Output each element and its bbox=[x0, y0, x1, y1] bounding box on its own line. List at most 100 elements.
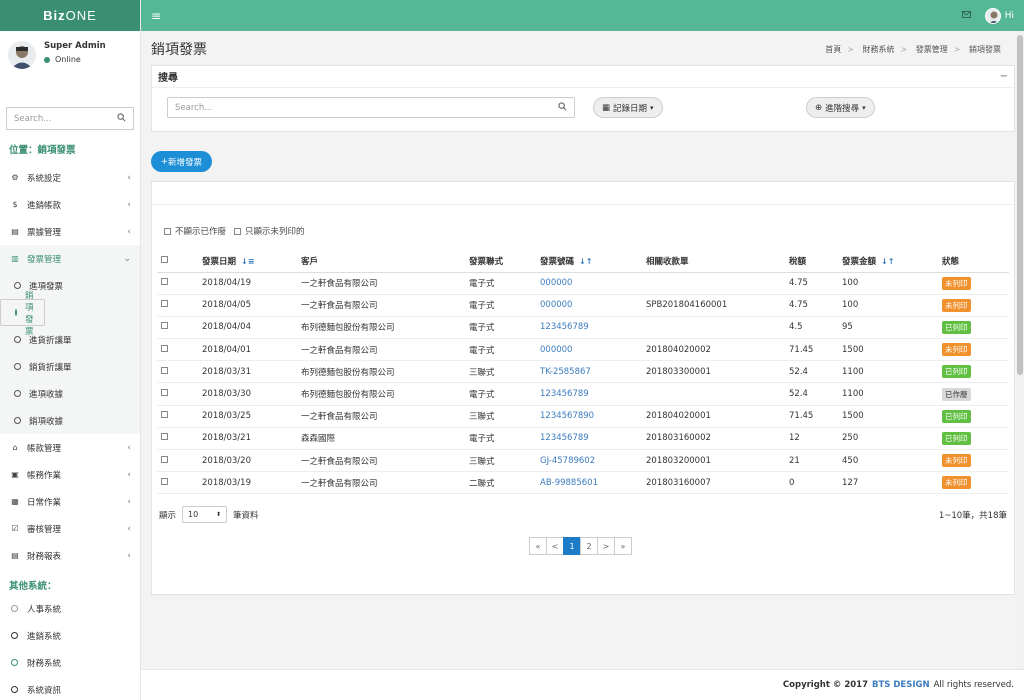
add-invoice-button[interactable]: + 新增發票 bbox=[151, 151, 212, 172]
table-row[interactable]: 2018/03/21 森森國際 電子式 123456789 201803160002 12… bbox=[157, 427, 1009, 451]
invoice-number-link[interactable]: GJ-45789602 bbox=[540, 456, 595, 466]
cell-tax: 4.5 bbox=[785, 316, 838, 340]
table-row[interactable]: 2018/04/05 一之軒食品有限公司 電子式 000000 SPB201804160… bbox=[157, 294, 1009, 317]
col-amount[interactable]: 發票金額 ↓↑ bbox=[838, 250, 938, 273]
search-input[interactable]: Search... bbox=[167, 97, 575, 118]
other-sales-system[interactable]: 進銷系統 bbox=[0, 622, 140, 649]
row-checkbox[interactable] bbox=[161, 455, 168, 463]
col-number[interactable]: 發票號碼 ↓↑ bbox=[536, 250, 642, 273]
scrollbar-thumb[interactable] bbox=[1017, 35, 1023, 375]
cell-customer: 布列德麵包股份有限公司 bbox=[297, 316, 465, 340]
row-checkbox[interactable] bbox=[161, 344, 168, 352]
submenu-input-invoice[interactable]: 進項發票 bbox=[0, 272, 140, 299]
table-row[interactable]: 2018/04/19 一之軒食品有限公司 電子式 000000 4.75 100 未列印 bbox=[157, 272, 1009, 295]
menu-system-settings[interactable]: ⚙ 系統設定 ‹ bbox=[0, 164, 140, 191]
page-button[interactable]: < bbox=[546, 537, 564, 555]
page-button[interactable]: » bbox=[614, 537, 632, 555]
search-icon[interactable] bbox=[117, 112, 126, 125]
invoice-number-link[interactable]: AB-99885601 bbox=[540, 478, 598, 488]
record-summary: 1~10筆，共18筆 bbox=[938, 511, 1007, 521]
status-badge: 已列印 bbox=[942, 320, 971, 334]
table-row[interactable]: 2018/03/30 布列德麵包股份有限公司 電子式 123456789 52.4 110… bbox=[157, 382, 1009, 406]
brand-logo[interactable]: Biz ONE bbox=[0, 0, 140, 31]
menu-review[interactable]: ☑ 審核管理 ‹ bbox=[0, 515, 140, 542]
table-row[interactable]: 2018/04/04 布列德麵包股份有限公司 電子式 123456789 4.5 95 已列… bbox=[157, 316, 1009, 340]
sort-icon[interactable]: ↓↑ bbox=[881, 257, 894, 266]
sidebar-search-input[interactable]: Search... bbox=[6, 107, 134, 130]
checkbox[interactable] bbox=[234, 227, 242, 235]
row-checkbox[interactable] bbox=[161, 278, 168, 286]
collapse-icon[interactable]: − bbox=[1000, 71, 1008, 82]
company-link[interactable]: BTS DESIGN bbox=[872, 680, 930, 690]
row-checkbox[interactable] bbox=[161, 322, 168, 330]
table-row[interactable]: 2018/03/19 一之軒食品有限公司 二聯式 AB-99885601 2018031… bbox=[157, 471, 1009, 495]
breadcrumb-home[interactable]: 首頁 bbox=[825, 45, 841, 54]
submenu-purchase-allowance[interactable]: 進貨折讓單 bbox=[0, 326, 140, 353]
records-label: 筆資料 bbox=[233, 510, 259, 521]
menu-financial-reports[interactable]: ▤ 財務報表 ‹ bbox=[0, 542, 140, 569]
row-checkbox[interactable] bbox=[161, 389, 168, 397]
row-checkbox[interactable] bbox=[161, 411, 168, 419]
search-icon[interactable] bbox=[558, 101, 567, 114]
invoice-number-link[interactable]: 123456789 bbox=[540, 433, 589, 443]
select-all-checkbox[interactable] bbox=[161, 255, 168, 263]
menu-daily-ops[interactable]: ▦ 日常作業 ‹ bbox=[0, 488, 140, 515]
other-finance-system[interactable]: 財務系統 bbox=[0, 649, 140, 676]
sort-icon[interactable]: ↓≡ bbox=[241, 257, 254, 266]
invoice-number-link[interactable]: 123456789 bbox=[540, 389, 589, 399]
invoice-number-link[interactable]: 000000 bbox=[540, 345, 572, 355]
record-date-dropdown[interactable]: ▦ 記錄日期 ▾ bbox=[593, 97, 663, 118]
hide-void-checkbox[interactable]: 不顯示已作廢 bbox=[164, 225, 226, 237]
menu-label: 系統設定 bbox=[27, 173, 62, 184]
row-checkbox[interactable] bbox=[161, 433, 168, 441]
user-status: Online bbox=[44, 55, 106, 64]
menu-account-management[interactable]: ⌂ 帳款管理 ‹ bbox=[0, 434, 140, 461]
row-checkbox[interactable] bbox=[161, 366, 168, 374]
user-menu[interactable]: Hi bbox=[984, 7, 1014, 24]
menu-bills[interactable]: ▤ 票據管理 ‹ bbox=[0, 218, 140, 245]
cell-date: 2018/03/19 bbox=[198, 471, 297, 495]
menu-accounting-ops[interactable]: ▣ 帳務作業 ‹ bbox=[0, 461, 140, 488]
circle-icon bbox=[11, 686, 18, 693]
col-date[interactable]: 發票日期 ↓≡ bbox=[198, 250, 297, 273]
invoice-number-link[interactable]: 123456789 bbox=[540, 322, 589, 332]
only-unprinted-checkbox[interactable]: 只顯示未列印的 bbox=[234, 225, 305, 237]
invoice-number-link[interactable]: 000000 bbox=[540, 300, 572, 310]
caret-down-icon: ▾ bbox=[650, 103, 654, 112]
checkbox[interactable] bbox=[164, 227, 171, 235]
table-row[interactable]: 2018/03/31 布列德麵包股份有限公司 三聯式 TK-2585867 201803… bbox=[157, 360, 1009, 384]
page-size-select[interactable]: 10 ⬍ bbox=[182, 506, 228, 523]
advanced-search-dropdown[interactable]: ⊕ 進階搜尋 ▾ bbox=[806, 97, 875, 118]
invoice-number-link[interactable]: TK-2585867 bbox=[540, 367, 591, 377]
row-checkbox[interactable] bbox=[161, 300, 168, 308]
submenu-input-receipt[interactable]: 進項收據 bbox=[0, 380, 140, 407]
invoice-number-link[interactable]: 000000 bbox=[540, 278, 572, 288]
row-checkbox[interactable] bbox=[161, 477, 168, 485]
other-hr-system[interactable]: 人事系統 bbox=[0, 595, 140, 622]
other-system-info[interactable]: 系統資訊 bbox=[0, 676, 140, 700]
page-button[interactable]: « bbox=[529, 537, 547, 555]
breadcrumb-invoice-mgmt[interactable]: 發票管理 bbox=[916, 45, 948, 54]
page-button[interactable]: 2 bbox=[580, 537, 598, 555]
circle-icon bbox=[14, 417, 21, 424]
table-row[interactable]: 2018/04/01 一之軒食品有限公司 電子式 000000 201804020002… bbox=[157, 338, 1009, 362]
page-button[interactable]: 1 bbox=[563, 537, 581, 555]
invoice-number-link[interactable]: 1234567890 bbox=[540, 411, 594, 421]
breadcrumb-finance[interactable]: 財務系統 bbox=[863, 45, 895, 54]
sort-icon[interactable]: ↓↑ bbox=[579, 257, 592, 266]
report-icon: ▤ bbox=[11, 551, 19, 560]
table-row[interactable]: 2018/03/25 一之軒食品有限公司 三聯式 1234567890 20180402… bbox=[157, 405, 1009, 428]
menu-accounts[interactable]: $ 進銷帳款 ‹ bbox=[0, 191, 140, 218]
scrollbar[interactable] bbox=[1016, 31, 1024, 669]
header-label: 發票日期 bbox=[202, 256, 237, 267]
submenu-output-receipt[interactable]: 銷項收據 bbox=[0, 407, 140, 434]
hamburger-menu-icon[interactable]: ≡ bbox=[151, 9, 161, 23]
page-button[interactable]: > bbox=[597, 537, 615, 555]
table-row[interactable]: 2018/03/20 一之軒食品有限公司 三聯式 GJ-45789602 2018032… bbox=[157, 449, 1009, 473]
menu-invoice-management[interactable]: ▥ 發票管理 ⌄ bbox=[0, 245, 140, 272]
mail-icon[interactable] bbox=[961, 10, 971, 21]
submenu-sales-allowance[interactable]: 銷貨折讓單 bbox=[0, 353, 140, 380]
status-badge: 未列印 bbox=[942, 298, 971, 312]
menu-label: 發票管理 bbox=[27, 254, 62, 265]
submenu-output-invoice[interactable]: 銷項發票 bbox=[0, 291, 45, 337]
